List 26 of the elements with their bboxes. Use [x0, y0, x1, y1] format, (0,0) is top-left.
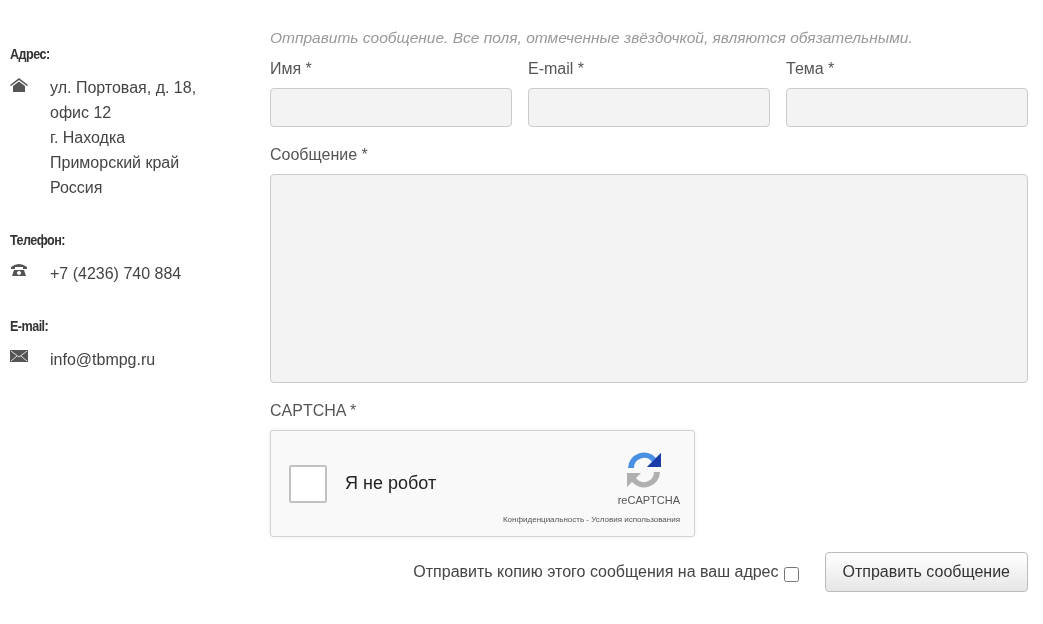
envelope-icon	[10, 350, 28, 362]
contact-heading: Адрес:	[10, 45, 50, 64]
form-instructions: Отправить сообщение. Все поля, отмеченные звёздочкой, являются обязательными.	[270, 28, 914, 48]
field-label: Тема *	[786, 59, 836, 80]
checkbox[interactable]	[783, 566, 799, 582]
contact-heading: E-mail:	[10, 317, 49, 336]
send-button[interactable]: Отправить сообщение	[824, 552, 1028, 593]
address-text: ул. Портовая, д. 18, офис 12 г. Находка Приморский край Россия	[50, 78, 197, 198]
message-field[interactable]	[270, 174, 1028, 384]
checkbox[interactable]	[289, 464, 327, 503]
input-field[interactable]	[528, 88, 770, 128]
contact-heading: Телефон:	[10, 231, 65, 250]
telephone-icon	[10, 264, 28, 276]
email-link[interactable]: info@tbmpg.ru	[50, 347, 156, 372]
field-label: Сообщение *	[270, 145, 369, 166]
phone-number: +7 (4236) 740 884	[50, 264, 182, 284]
field-label: E-mail *	[528, 59, 585, 80]
recaptcha-links[interactable]: Конфиденциальность - Условия использования	[502, 514, 680, 527]
checkbox-label: Отправить копию этого сообщения на ваш адрес	[413, 562, 779, 583]
home-icon	[10, 78, 28, 92]
recaptcha-brand: reCAPTCHA	[617, 492, 680, 508]
field-label: Имя *	[270, 59, 313, 80]
input-field[interactable]	[270, 88, 512, 128]
input-field[interactable]	[786, 88, 1028, 128]
checkbox-label: Я не робот	[345, 472, 437, 496]
field-label: CAPTCHA *	[270, 401, 358, 422]
